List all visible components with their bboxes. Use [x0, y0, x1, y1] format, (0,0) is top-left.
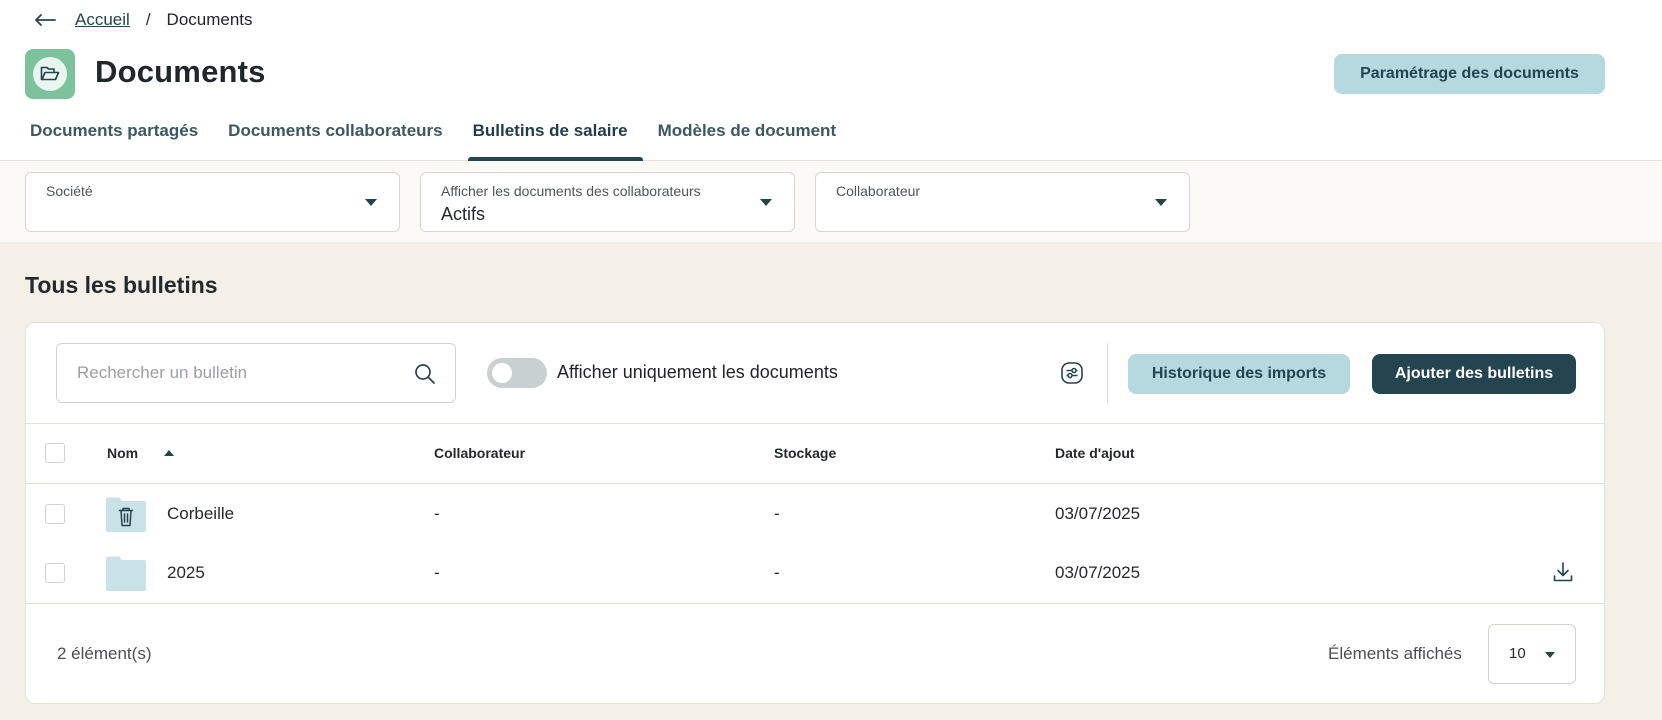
- row-checkbox[interactable]: [45, 563, 65, 583]
- employee-select[interactable]: Collaborateur: [815, 172, 1190, 232]
- tab-document-templates[interactable]: Modèles de document: [658, 120, 852, 161]
- table-row[interactable]: Corbeille - - 03/07/2025: [26, 485, 1604, 544]
- row-storage: -: [774, 563, 780, 582]
- chevron-down-icon: [365, 199, 377, 206]
- download-icon[interactable]: [1551, 560, 1575, 584]
- search-box: [56, 343, 456, 403]
- back-arrow-icon[interactable]: [33, 8, 57, 32]
- page-title: Documents: [95, 54, 266, 89]
- items-per-page-select[interactable]: 10: [1488, 624, 1576, 684]
- filter-bar: Société Afficher les documents des colla…: [0, 161, 1662, 242]
- chevron-down-icon: [760, 199, 772, 206]
- payslips-card: Afficher uniquement les documents Histor…: [25, 322, 1605, 704]
- row-employee: -: [434, 504, 440, 523]
- breadcrumb-home-link[interactable]: Accueil: [75, 10, 130, 30]
- open-folder-icon: [25, 49, 75, 99]
- table-row[interactable]: 2025 - - 03/07/2025: [26, 544, 1604, 603]
- chevron-down-icon: [1155, 199, 1167, 206]
- toolbar-divider: [1107, 343, 1108, 403]
- document-settings-button[interactable]: Paramétrage des documents: [1334, 54, 1605, 94]
- sort-ascending-icon[interactable]: [164, 450, 174, 456]
- row-date: 03/07/2025: [1055, 504, 1141, 523]
- filter-settings-icon[interactable]: [1060, 361, 1084, 385]
- tab-bar: Documents partagés Documents collaborate…: [30, 120, 866, 161]
- items-per-page-value: 10: [1509, 645, 1526, 662]
- breadcrumb-current: Documents: [166, 10, 253, 29]
- documents-only-toggle-label: Afficher uniquement les documents: [557, 362, 838, 382]
- item-count: 2 élément(s): [57, 644, 152, 663]
- row-employee: -: [434, 563, 440, 582]
- column-header-employee[interactable]: Collaborateur: [434, 445, 525, 461]
- row-name[interactable]: Corbeille: [167, 504, 234, 524]
- select-all-checkbox[interactable]: [45, 443, 65, 463]
- breadcrumb: Accueil / Documents: [33, 8, 253, 32]
- table-header: Nom Collaborateur Stockage Date d'ajout: [26, 424, 1604, 484]
- section-title: Tous les bulletins: [25, 272, 218, 298]
- documents-only-toggle[interactable]: [487, 358, 547, 388]
- chevron-down-icon: [1545, 652, 1555, 658]
- row-name[interactable]: 2025: [167, 563, 205, 583]
- show-documents-select-label: Afficher les documents des collaborateur…: [441, 183, 701, 199]
- search-icon[interactable]: [413, 362, 437, 386]
- row-storage: -: [774, 504, 780, 523]
- page-header: Accueil / Documents Documents Paramétrag…: [0, 0, 1662, 161]
- search-input[interactable]: [77, 344, 397, 402]
- column-header-date[interactable]: Date d'ajout: [1055, 445, 1135, 461]
- column-header-name[interactable]: Nom: [107, 445, 138, 461]
- add-payslips-button[interactable]: Ajouter des bulletins: [1372, 354, 1576, 394]
- folder-icon: [106, 556, 146, 591]
- row-date: 03/07/2025: [1055, 563, 1141, 582]
- show-documents-select-value: Actifs: [441, 204, 486, 224]
- table-footer: 2 élément(s) Éléments affichés 10: [26, 603, 1604, 703]
- column-header-storage[interactable]: Stockage: [774, 445, 836, 461]
- row-checkbox[interactable]: [45, 504, 65, 524]
- import-history-button[interactable]: Historique des imports: [1128, 354, 1350, 394]
- show-documents-select[interactable]: Afficher les documents des collaborateur…: [420, 172, 795, 232]
- trash-folder-icon: [106, 497, 146, 532]
- tab-shared-documents[interactable]: Documents partagés: [30, 120, 213, 161]
- employee-select-label: Collaborateur: [836, 183, 921, 199]
- items-per-page-label: Éléments affichés: [1328, 644, 1462, 663]
- table-toolbar: Afficher uniquement les documents Histor…: [26, 323, 1604, 424]
- company-select-label: Société: [46, 183, 93, 199]
- tab-payslips[interactable]: Bulletins de salaire: [467, 120, 643, 161]
- tab-employee-documents[interactable]: Documents collaborateurs: [228, 120, 457, 161]
- toggle-knob: [492, 363, 512, 383]
- company-select[interactable]: Société: [25, 172, 400, 232]
- breadcrumb-separator: /: [145, 10, 151, 29]
